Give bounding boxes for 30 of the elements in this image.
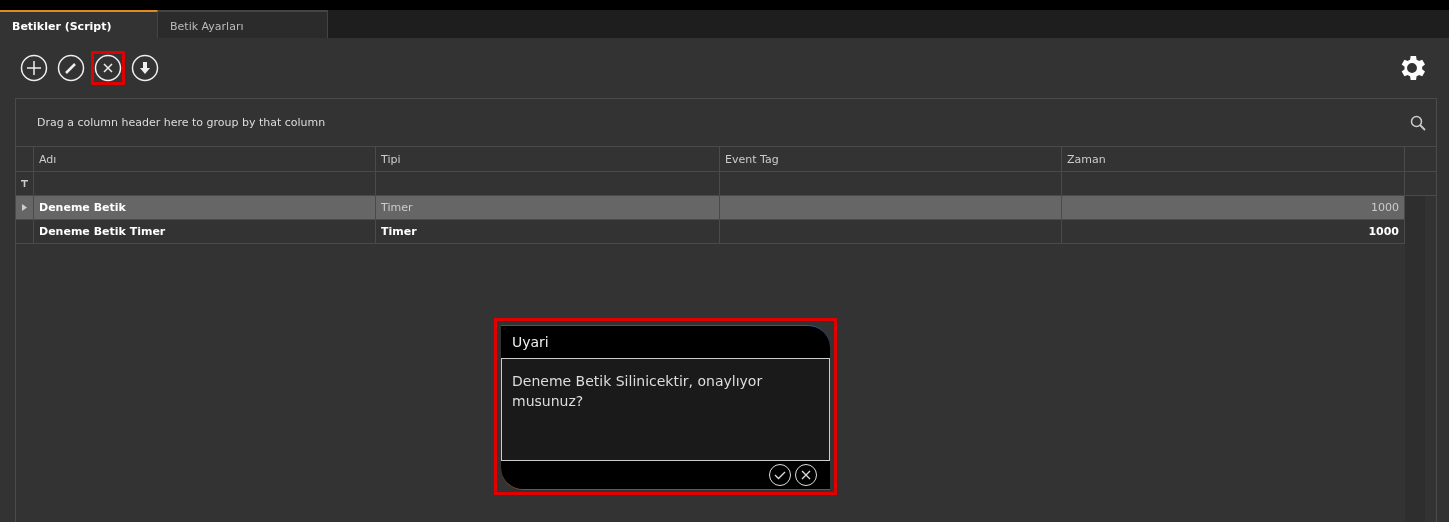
table-cell: Deneme Betik bbox=[39, 201, 126, 214]
search-icon[interactable] bbox=[1410, 114, 1426, 131]
tab[interactable]: Betik Ayarları bbox=[158, 10, 328, 38]
confirm-button[interactable] bbox=[768, 463, 792, 487]
column-header[interactable]: Adı bbox=[34, 147, 376, 171]
download-icon bbox=[131, 54, 159, 82]
table-cell: 1000 bbox=[1368, 225, 1399, 238]
column-header[interactable]: Tipi bbox=[376, 147, 720, 171]
table-cell: Timer bbox=[381, 225, 417, 238]
table-cell: 1000 bbox=[1371, 201, 1399, 214]
table-row[interactable]: Deneme Betik Timer 1000 bbox=[16, 196, 1405, 220]
cancel-button[interactable] bbox=[794, 463, 818, 487]
tab[interactable]: Betikler (Script) bbox=[0, 10, 158, 38]
table-cell: Timer bbox=[381, 201, 413, 214]
delete-button[interactable] bbox=[91, 51, 125, 85]
table-cell: Deneme Betik Timer bbox=[39, 225, 166, 238]
scrollbar[interactable] bbox=[1405, 196, 1425, 522]
column-header[interactable]: Event Tag bbox=[720, 147, 1062, 171]
close-icon bbox=[94, 54, 122, 82]
check-icon bbox=[768, 463, 792, 487]
pencil-icon bbox=[57, 54, 85, 82]
filter-icon[interactable] bbox=[21, 180, 28, 187]
column-header[interactable]: Zaman bbox=[1062, 147, 1405, 171]
dialog-title: Uyari bbox=[512, 334, 549, 350]
table-row[interactable]: Deneme Betik Timer Timer 1000 bbox=[16, 220, 1405, 244]
row-pointer-icon bbox=[22, 204, 27, 211]
group-by-hint: Drag a column header here to group by that column bbox=[37, 116, 327, 129]
close-icon bbox=[794, 463, 818, 487]
add-icon bbox=[20, 54, 48, 82]
dialog-message: Deneme Betik Silinicektir, onaylıyor musunuz? bbox=[512, 373, 763, 409]
